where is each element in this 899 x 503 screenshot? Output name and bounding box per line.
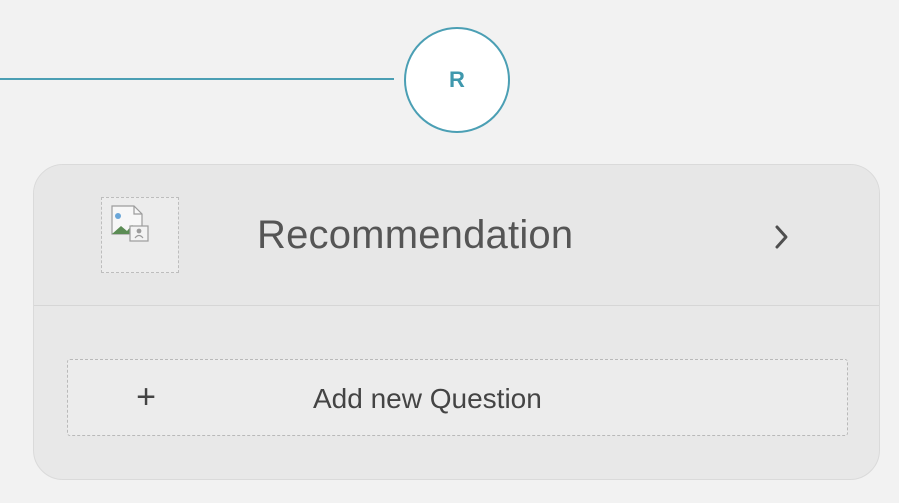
connector-line [0,78,394,80]
step-marker-letter: R [449,67,465,92]
step-marker: R [404,27,510,133]
add-question-button[interactable]: + Add new Question [67,359,848,436]
card-title: Recommendation [257,213,574,257]
card-header[interactable]: Recommendation [34,165,879,306]
add-question-label: Add new Question [313,383,542,414]
plus-icon: + [136,378,156,416]
broken-image-icon [101,197,179,273]
recommendation-card: Recommendation + Add new Question [33,164,880,480]
chevron-right-icon[interactable] [766,217,796,257]
flow-canvas: R Recommendation + Add new Question [0,0,899,503]
